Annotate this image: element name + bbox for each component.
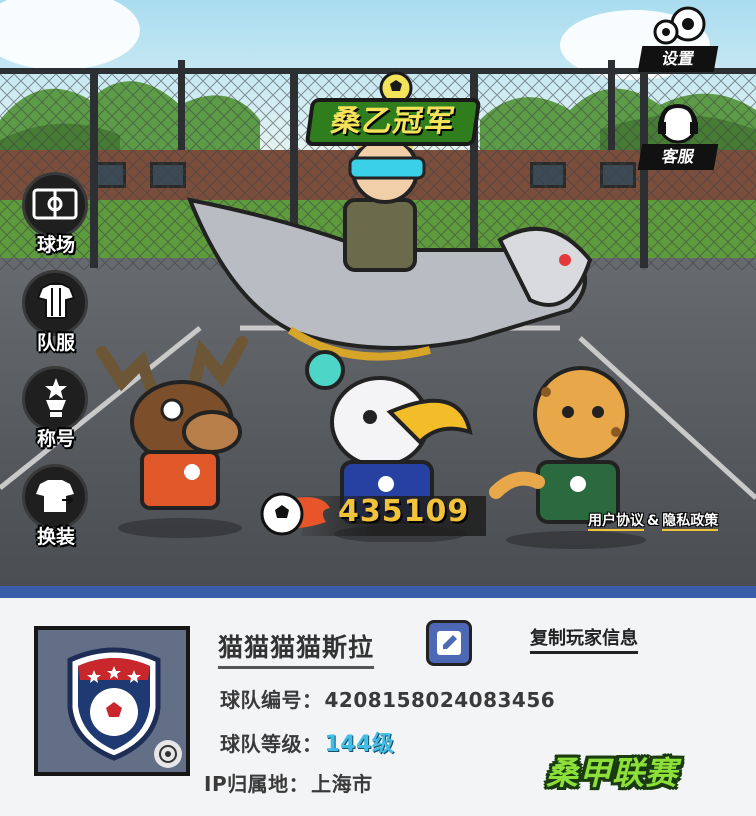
avatar-settings-button[interactable]: [154, 740, 182, 768]
pencil-icon: [437, 631, 461, 655]
ip-location-row: IP归属地： 上海市: [204, 768, 373, 797]
side-menu-label: 队服: [36, 332, 75, 354]
panel-top-border: [0, 586, 756, 598]
customer-service-label: 客服: [637, 144, 719, 170]
side-menu-title[interactable]: 称号: [20, 366, 92, 456]
jersey-swap-icon: [36, 283, 76, 319]
team-id-row: 球队编号： 4208158024083456: [220, 684, 555, 713]
event-champion-logo: 桑乙冠军: [304, 70, 482, 154]
team-id-label: 球队编号：: [220, 688, 323, 712]
moose-mascot: [96, 336, 248, 538]
score-value: 435109: [338, 494, 470, 529]
gear-icon: [653, 6, 706, 45]
score-display: 435109: [256, 488, 486, 538]
game-scene: 桑乙冠军 设置 客服 球场 队服 称号 换装 435109 用户协议 & 隐私政…: [0, 0, 756, 588]
team-level-label: 球队等级：: [220, 732, 323, 756]
side-menu-pitch[interactable]: 球场: [20, 172, 92, 262]
edit-name-button[interactable]: [426, 620, 472, 666]
gear-icon: [159, 745, 177, 763]
league-logo: 桑甲联赛: [546, 754, 679, 792]
settings-label: 设置: [637, 46, 719, 72]
policy-links: 用户协议 & 隐私政策: [588, 510, 719, 531]
headset-icon: [658, 103, 698, 144]
side-menu-label: 称号: [36, 428, 75, 450]
team-level-row: 球队等级：144级: [220, 726, 394, 758]
team-badge-icon: [67, 647, 161, 761]
customer-service-button[interactable]: 客服: [637, 102, 719, 174]
team-id-value: 4208158024083456: [324, 688, 556, 712]
trophy-icon: [45, 378, 67, 417]
player-name: 猫猫猫猫斯拉: [218, 628, 375, 669]
user-agreement-link[interactable]: 用户协议: [588, 513, 644, 531]
team-avatar[interactable]: [34, 626, 190, 776]
copy-player-info-button[interactable]: 复制玩家信息: [530, 624, 638, 654]
shirt-swap-icon: [36, 480, 74, 512]
ip-location-label: IP归属地：: [204, 772, 310, 796]
team-level-value: 144级: [324, 732, 395, 757]
side-menu-outfit[interactable]: 换装: [20, 464, 92, 554]
event-logo-text: 桑乙冠军: [304, 98, 482, 146]
settings-button[interactable]: 设置: [637, 4, 719, 76]
side-menu-label: 球场: [36, 234, 75, 256]
side-menu-jersey[interactable]: 队服: [20, 270, 92, 360]
flaming-ball-icon: [260, 492, 330, 536]
player-info-panel: 猫猫猫猫斯拉 复制玩家信息 球队编号： 4208158024083456 球队等级…: [0, 598, 756, 816]
side-menu-label: 换装: [36, 526, 75, 548]
policy-ampersand: &: [647, 513, 660, 529]
privacy-policy-link[interactable]: 隐私政策: [662, 513, 719, 531]
ip-location-value: 上海市: [311, 772, 373, 796]
pitch-icon: [32, 188, 78, 220]
